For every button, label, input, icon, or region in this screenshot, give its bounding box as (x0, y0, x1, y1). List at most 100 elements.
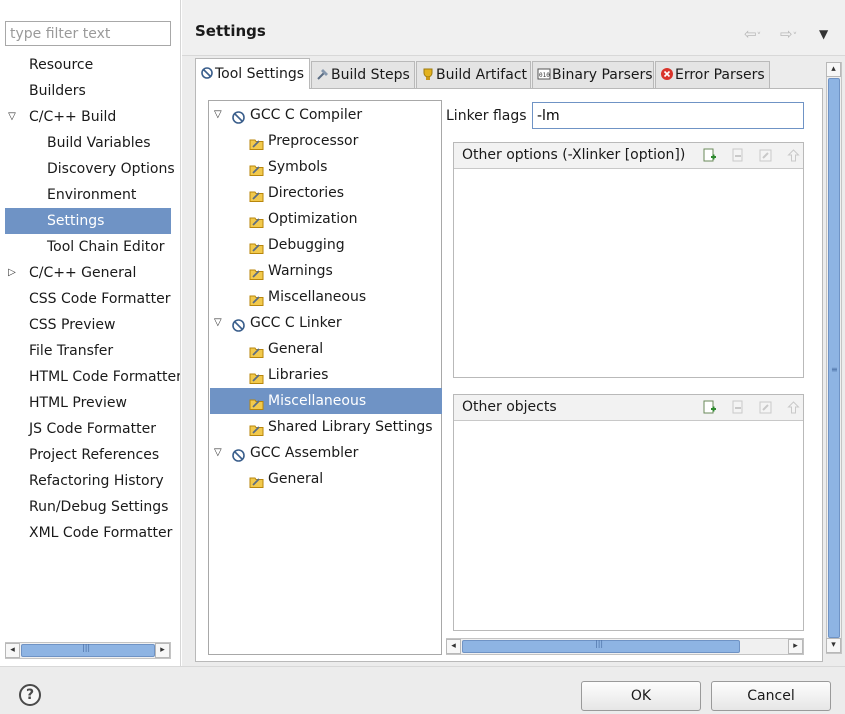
other-objects-list[interactable]: Other objects (453, 394, 804, 631)
other-objects-header: Other objects (454, 395, 803, 421)
nav-item[interactable]: Tool Chain Editor (0, 234, 180, 260)
tab-error-parsers[interactable]: Error Parsers (655, 61, 770, 88)
edit-icon[interactable] (758, 148, 773, 163)
tab-label: Build Steps (331, 67, 410, 83)
tool-tree-item[interactable]: ▽ GCC C Linker (210, 310, 442, 336)
nav-item-label: Tool Chain Editor (47, 239, 165, 255)
option-category-icon (249, 238, 264, 254)
tool-settings-icon (200, 66, 215, 82)
nav-item[interactable]: HTML Code Formatter (0, 364, 180, 390)
options-horizontal-scrollbar[interactable]: ◂ ||| ▸ (446, 638, 804, 655)
delete-icon[interactable] (730, 148, 745, 163)
cancel-button[interactable]: Cancel (711, 681, 831, 711)
option-category-icon (249, 160, 264, 176)
tool-tree-label: General (268, 341, 324, 357)
help-icon[interactable]: ? (19, 684, 41, 706)
tool-tree-label: GCC C Linker (250, 315, 342, 331)
edit-icon[interactable] (758, 400, 773, 415)
expand-arrow-icon[interactable]: ▽ (5, 104, 19, 130)
tool-tree-item[interactable]: Preprocessor (210, 128, 442, 154)
back-arrow-icon[interactable]: ⇦˅ (744, 25, 761, 43)
page-title: Settings (195, 22, 266, 40)
tool-tree-item[interactable]: Warnings (210, 258, 442, 284)
linker-flags-input[interactable] (532, 102, 804, 129)
nav-item[interactable]: XML Code Formatter (0, 520, 180, 546)
scroll-down-icon[interactable]: ▾ (826, 638, 841, 653)
scroll-up-icon[interactable]: ▴ (826, 62, 841, 77)
nav-item[interactable]: CSS Code Formatter (0, 286, 180, 312)
add-icon[interactable] (702, 148, 717, 163)
tool-tree-label: Miscellaneous (268, 393, 367, 409)
gcc-tool-icon (231, 108, 246, 124)
nav-item[interactable]: Settings (5, 208, 171, 234)
svg-text:010: 010 (539, 72, 550, 79)
scroll-left-icon[interactable]: ◂ (446, 639, 461, 654)
scroll-right-icon[interactable]: ▸ (155, 643, 170, 658)
option-category-icon (249, 134, 264, 150)
tool-settings-tree: ▽ GCC C Compiler Preprocessor Symbols Direct… (208, 100, 442, 655)
nav-item[interactable]: CSS Preview (0, 312, 180, 338)
ok-button[interactable]: OK (581, 681, 701, 711)
nav-item-label: CSS Code Formatter (29, 291, 171, 307)
tool-tree-label: General (268, 471, 324, 487)
tool-tree-item[interactable]: Optimization (210, 206, 442, 232)
tab-build-artifact[interactable]: Build Artifact (416, 61, 531, 88)
tool-tree-item[interactable]: Symbols (210, 154, 442, 180)
scroll-thumb[interactable]: ||| (462, 639, 740, 653)
delete-icon[interactable] (730, 400, 745, 415)
page-vertical-scrollbar[interactable]: ▴ ≡ ▾ (826, 62, 842, 654)
nav-item[interactable]: Builders (0, 78, 180, 104)
tool-tree-item[interactable]: Debugging (210, 232, 442, 258)
nav-item[interactable]: Refactoring History (0, 468, 180, 494)
nav-item[interactable]: File Transfer (0, 338, 180, 364)
tab-tool-settings[interactable]: Tool Settings (195, 58, 310, 89)
option-category-icon (249, 212, 264, 228)
nav-item[interactable]: Run/Debug Settings (0, 494, 180, 520)
option-category-icon (249, 368, 264, 384)
expand-arrow-icon[interactable]: ▽ (214, 102, 222, 128)
view-menu-icon[interactable]: ▼ (819, 27, 828, 41)
dialog-button-bar: ? OK Cancel (0, 666, 845, 714)
nav-item-label: Settings (47, 213, 105, 229)
tool-tree-item[interactable]: Shared Library Settings (210, 414, 442, 440)
scroll-right-icon[interactable]: ▸ (788, 639, 803, 654)
nav-item[interactable]: Project References (0, 442, 180, 468)
option-category-icon (249, 472, 264, 488)
nav-horizontal-scrollbar[interactable]: ◂ ||| ▸ (5, 642, 171, 659)
tool-tree-item[interactable]: Miscellaneous (210, 284, 442, 310)
expand-arrow-icon[interactable]: ▽ (214, 310, 222, 336)
move-up-icon[interactable] (786, 400, 801, 415)
nav-item[interactable]: ▽ C/C++ Build (0, 104, 180, 130)
linker-flags-label: Linker flags (446, 108, 527, 124)
tool-tree-item[interactable]: General (210, 336, 442, 362)
nav-item[interactable]: Discovery Options (0, 156, 180, 182)
nav-item[interactable]: Build Variables (0, 130, 180, 156)
tool-tree-item[interactable]: ▽ GCC Assembler (210, 440, 442, 466)
tab-build-steps[interactable]: Build Steps (311, 61, 415, 88)
tool-tree-item[interactable]: General (210, 466, 442, 492)
nav-item[interactable]: HTML Preview (0, 390, 180, 416)
tab-binary-parsers[interactable]: 010 Binary Parsers (532, 61, 654, 88)
collapse-arrow-icon[interactable]: ▷ (5, 260, 19, 286)
tool-tree-item[interactable]: ▽ GCC C Compiler (210, 102, 442, 128)
add-icon[interactable] (702, 400, 717, 415)
scroll-thumb[interactable]: ≡ (828, 78, 840, 638)
scroll-left-icon[interactable]: ◂ (5, 643, 20, 658)
nav-item[interactable]: Environment (0, 182, 180, 208)
tool-tree-item[interactable]: Directories (210, 180, 442, 206)
tool-tree-label: Debugging (268, 237, 345, 253)
tool-tree-label: Preprocessor (268, 133, 359, 149)
tool-tree-item[interactable]: Libraries (210, 362, 442, 388)
nav-item-label: Discovery Options (47, 161, 175, 177)
scroll-thumb[interactable]: ||| (21, 643, 155, 657)
nav-item[interactable]: ▷ C/C++ General (0, 260, 180, 286)
filter-input[interactable] (5, 21, 171, 46)
other-options-list[interactable]: Other options (-Xlinker [option]) (453, 142, 804, 378)
move-up-icon[interactable] (786, 148, 801, 163)
forward-arrow-icon[interactable]: ⇨˅ (780, 25, 797, 43)
nav-item[interactable]: Resource (0, 52, 180, 78)
expand-arrow-icon[interactable]: ▽ (214, 440, 222, 466)
gcc-tool-icon (231, 316, 246, 332)
nav-item[interactable]: JS Code Formatter (0, 416, 180, 442)
tool-tree-item[interactable]: Miscellaneous (210, 388, 442, 414)
